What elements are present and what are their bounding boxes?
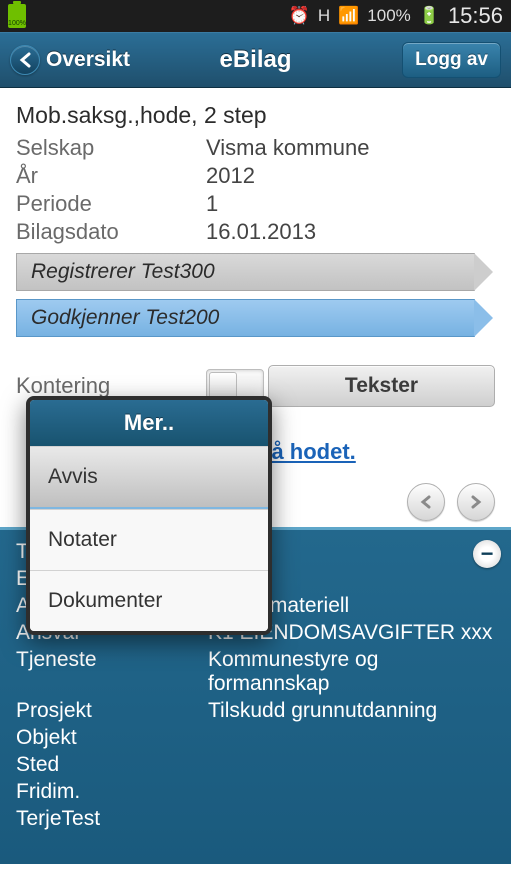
value-sted <box>208 753 495 777</box>
prev-line-button[interactable] <box>407 483 445 521</box>
label-terjetest: TerjeTest <box>16 807 208 831</box>
logoff-button[interactable]: Logg av <box>402 42 501 78</box>
menu-item-notater[interactable]: Notater <box>30 509 268 570</box>
menu-item-avvis[interactable]: Avvis <box>30 446 268 509</box>
chevron-left-icon <box>10 45 40 75</box>
tekst-hodet-link[interactable]: på hodet. <box>258 439 356 464</box>
label-prosjekt: Prosjekt <box>16 699 208 723</box>
back-button[interactable]: Oversikt <box>10 45 130 75</box>
collapse-button[interactable]: − <box>473 540 501 568</box>
label-bilagsdato: Bilagsdato <box>16 219 206 245</box>
value-objekt <box>208 726 495 750</box>
value-aar: 2012 <box>206 163 255 189</box>
label-sted: Sted <box>16 753 208 777</box>
battery-percent: 100% <box>367 6 410 26</box>
menu-item-dokumenter[interactable]: Dokumenter <box>30 570 268 631</box>
workflow-step-registrerer: Registrerer Test300 <box>16 253 475 291</box>
value-prosjekt: Tilskudd grunnutdanning <box>208 699 495 723</box>
page-title: eBilag <box>219 46 291 74</box>
label-selskap: Selskap <box>16 135 206 161</box>
voucher-title: Mob.saksg.,hode, 2 step <box>16 102 495 129</box>
value-fridim <box>208 780 495 804</box>
label-tjeneste: Tjeneste <box>16 648 208 696</box>
label-periode: Periode <box>16 191 206 217</box>
value-tjeneste: Kommunestyre og formannskap <box>208 648 495 696</box>
label-aar: År <box>16 163 206 189</box>
value-terjetest <box>208 807 495 831</box>
battery-saver-icon: 100% <box>8 4 26 28</box>
value-periode: 1 <box>206 191 218 217</box>
back-label: Oversikt <box>46 48 130 72</box>
next-line-button[interactable] <box>457 483 495 521</box>
network-type-icon: H <box>318 6 330 26</box>
label-objekt: Objekt <box>16 726 208 750</box>
alarm-icon: ⏰ <box>289 6 310 26</box>
more-menu-title: Mer.. <box>30 400 268 446</box>
app-navbar: Oversikt eBilag Logg av <box>0 32 511 88</box>
battery-icon: 🔋 <box>419 6 440 26</box>
workflow-step-godkjenner[interactable]: Godkjenner Test200 <box>16 299 475 337</box>
tekster-button[interactable]: Tekster <box>268 365 495 407</box>
value-bilagsdato: 16.01.2013 <box>206 219 316 245</box>
value-selskap: Visma kommune <box>206 135 369 161</box>
clock: 15:56 <box>448 3 503 29</box>
more-menu-popup: Mer.. Avvis Notater Dokumenter <box>26 396 272 635</box>
android-status-bar: 100% ⏰ H 📶 100% 🔋 15:56 <box>0 0 511 32</box>
signal-icon: 📶 <box>338 6 359 26</box>
label-fridim: Fridim. <box>16 780 208 804</box>
